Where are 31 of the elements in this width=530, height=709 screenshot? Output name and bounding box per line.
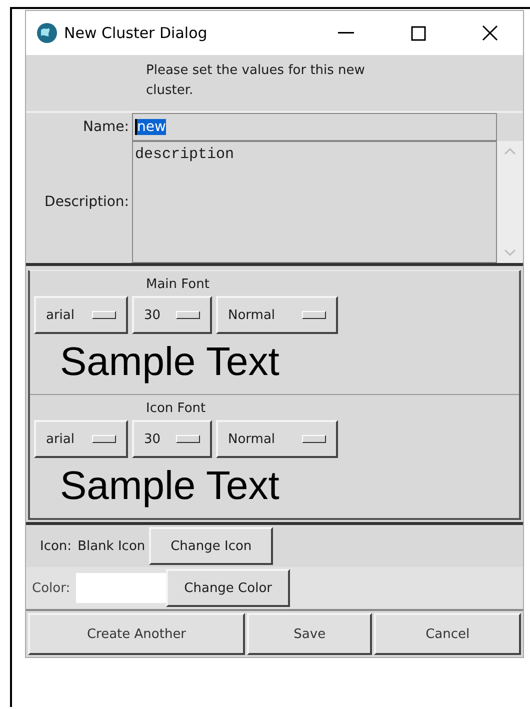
- globe-icon: [36, 22, 58, 44]
- icon-value: Blank Icon: [78, 538, 146, 554]
- scrollbar[interactable]: [497, 141, 523, 263]
- window-title: New Cluster Dialog: [64, 24, 208, 42]
- sample-text: Sample Text: [60, 340, 280, 384]
- dialog-button[interactable]: Save: [246, 613, 372, 655]
- name-field[interactable]: new: [132, 113, 497, 141]
- section-title: Main Font: [146, 277, 210, 292]
- option-menu[interactable]: 30: [132, 296, 212, 334]
- option-menu[interactable]: Normal: [216, 296, 338, 334]
- dialog-button[interactable]: Create Another: [28, 613, 245, 655]
- close-icon: [482, 25, 498, 41]
- icon-label: Icon:: [39, 538, 73, 554]
- change-color-button[interactable]: Change Color: [166, 569, 290, 607]
- scroll-down-icon[interactable]: [504, 249, 516, 257]
- maximize-icon: [410, 26, 426, 40]
- section-title: Icon Font: [146, 401, 206, 416]
- option-menu[interactable]: Normal: [216, 420, 338, 458]
- minimize-icon: [338, 32, 354, 34]
- option-menu[interactable]: arial: [34, 420, 128, 458]
- scroll-up-icon[interactable]: [504, 147, 516, 155]
- description-label: Description:: [44, 194, 129, 210]
- instruction-text: Please set the values for this new cluster.: [146, 63, 365, 98]
- description-field[interactable]: description: [132, 141, 497, 263]
- name-label: Name:: [82, 119, 129, 135]
- sample-text: Sample Text: [60, 464, 280, 508]
- dialog-button[interactable]: Cancel: [374, 613, 521, 655]
- option-menu[interactable]: arial: [34, 296, 128, 334]
- change-icon-button[interactable]: Change Icon: [149, 527, 274, 565]
- option-menu[interactable]: 30: [132, 420, 212, 458]
- color-label: Color:: [31, 580, 72, 596]
